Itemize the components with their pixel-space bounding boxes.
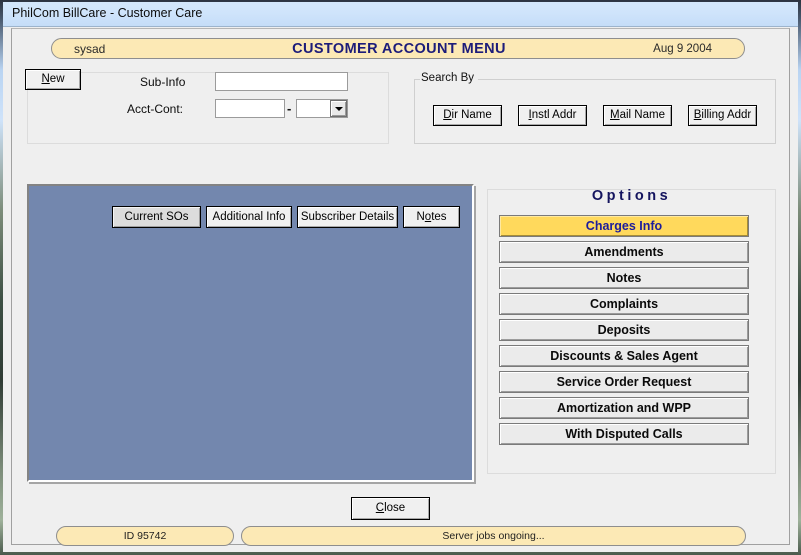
tab-label: Subscriber Details [300, 211, 395, 223]
tab-label: Notes [416, 211, 447, 223]
search-billing-addr-button[interactable]: Billing Addr [688, 105, 757, 126]
accel-char: M [610, 108, 620, 121]
acct-cont-separator: - [287, 101, 292, 116]
btn-rest: ir Name [451, 108, 492, 121]
page-title: CUSTOMER ACCOUNT MENU [292, 41, 506, 57]
current-sos-content-panel [27, 184, 474, 482]
option-item-service-order-request[interactable]: Service Order Request [499, 371, 749, 393]
options-list: Charges Info Amendments Notes Complaints Dep… [499, 215, 749, 449]
new-button[interactable]: New [25, 69, 81, 90]
btn-rest: nstl Addr [531, 108, 577, 121]
sub-info-label: Sub-Info [140, 75, 186, 89]
title-bar[interactable]: PhilCom BillCare - Customer Care [3, 2, 798, 27]
option-item-label: Deposits [597, 323, 651, 337]
option-item-label: Charges Info [585, 219, 663, 233]
accel-char: C [375, 501, 385, 514]
search-instl-addr-button[interactable]: Instl Addr [518, 105, 587, 126]
btn-rest: lose [384, 501, 406, 514]
tab-current-sos[interactable]: Current SOs [112, 206, 201, 228]
search-mail-name-button[interactable]: Mail Name [603, 105, 672, 126]
option-item-label: Notes [606, 271, 642, 285]
option-item-label: Service Order Request [556, 375, 692, 389]
acct-cont-dropdown[interactable] [296, 99, 348, 118]
tab-label: Current SOs [124, 211, 189, 223]
accel-char: o [424, 211, 432, 223]
option-item-complaints[interactable]: Complaints [499, 293, 749, 315]
status-server-text: Server jobs ongoing... [442, 530, 545, 542]
option-item-label: Complaints [589, 297, 659, 311]
btn-rest: illing Addr [701, 108, 752, 121]
new-button-label: ew [49, 72, 65, 85]
option-item-with-disputed-calls[interactable]: With Disputed Calls [499, 423, 749, 445]
option-item-label: Amortization and WPP [556, 401, 692, 415]
status-bar-id: ID 95742 [56, 526, 234, 546]
logged-in-user: sysad [74, 42, 106, 56]
option-item-label: Amendments [584, 245, 664, 259]
option-item-deposits[interactable]: Deposits [499, 319, 749, 341]
tab-additional-info[interactable]: Additional Info [206, 206, 292, 228]
window-title: PhilCom BillCare - Customer Care [12, 6, 203, 20]
tab-label: Additional Info [212, 211, 286, 223]
acct-cont-label: Acct-Cont: [127, 102, 184, 116]
tab-subscriber-details[interactable]: Subscriber Details [297, 206, 398, 228]
header-banner: CUSTOMER ACCOUNT MENU sysad Aug 9 2004 [51, 38, 745, 59]
tab-notes[interactable]: Notes [403, 206, 460, 228]
close-button[interactable]: Close [351, 497, 430, 520]
acct-cont-input[interactable] [215, 99, 285, 118]
option-item-amortization-and-wpp[interactable]: Amortization and WPP [499, 397, 749, 419]
window-frame: PhilCom BillCare - Customer Care CUSTOME… [0, 0, 801, 555]
status-bar-server: Server jobs ongoing... [241, 526, 746, 546]
search-by-legend: Search By [420, 72, 479, 84]
option-item-label: Discounts & Sales Agent [550, 349, 698, 363]
search-dir-name-button[interactable]: Dir Name [433, 105, 502, 126]
accel-char: B [693, 108, 702, 121]
chevron-down-icon[interactable] [330, 100, 347, 117]
btn-rest: ail Name [619, 108, 665, 121]
sub-info-input[interactable] [215, 72, 348, 91]
window-inner: PhilCom BillCare - Customer Care CUSTOME… [3, 2, 798, 552]
status-id-text: ID 95742 [123, 530, 167, 542]
current-date: Aug 9 2004 [653, 42, 712, 55]
option-item-notes[interactable]: Notes [499, 267, 749, 289]
option-item-amendments[interactable]: Amendments [499, 241, 749, 263]
option-item-label: With Disputed Calls [565, 427, 683, 441]
accel-char: D [443, 108, 452, 121]
client-area: CUSTOMER ACCOUNT MENU sysad Aug 9 2004 N… [11, 28, 790, 546]
option-item-charges-info[interactable]: Charges Info [499, 215, 749, 237]
option-item-discounts-sales-agent[interactable]: Discounts & Sales Agent [499, 345, 749, 367]
new-button-accel: N [41, 72, 50, 85]
options-title: Options [591, 188, 672, 204]
